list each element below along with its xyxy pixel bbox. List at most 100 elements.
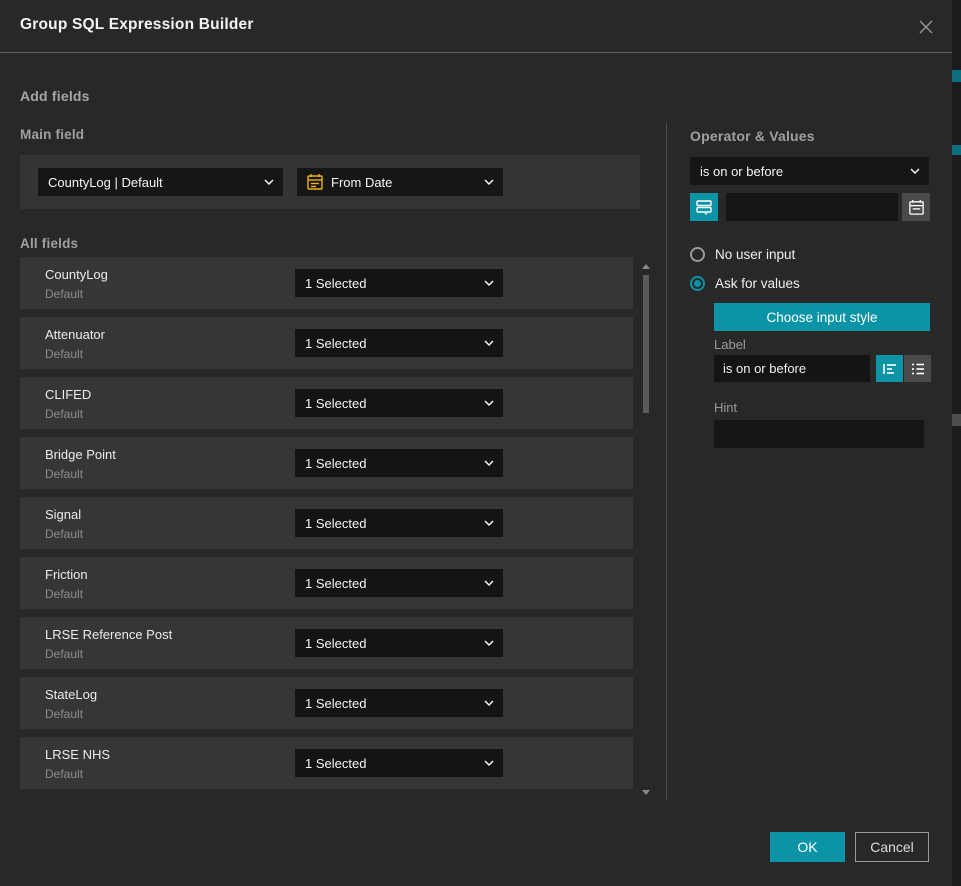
- field-row: CountyLog Default 1 Selected: [20, 257, 633, 309]
- main-field-select[interactable]: From Date: [297, 168, 503, 196]
- chevron-down-icon: [484, 700, 494, 706]
- all-fields-list: CountyLog Default 1 Selected Attenuator …: [20, 257, 633, 789]
- background-app-sliver: [952, 0, 961, 886]
- field-name: Signal: [45, 507, 81, 522]
- field-name: Attenuator: [45, 327, 105, 342]
- field-row: Bridge Point Default 1 Selected: [20, 437, 633, 489]
- group-sql-expression-builder-dialog: Group SQL Expression Builder Add fields …: [0, 0, 952, 886]
- background-fragment: [952, 414, 961, 426]
- field-values-select[interactable]: 1 Selected: [295, 569, 503, 597]
- panel-divider: [666, 123, 667, 800]
- background-fragment: [952, 145, 961, 155]
- hint-input[interactable]: [714, 420, 924, 448]
- ok-button[interactable]: OK: [770, 832, 845, 862]
- list-icon: [909, 360, 927, 378]
- chevron-down-icon: [484, 460, 494, 466]
- chevron-down-icon: [484, 580, 494, 586]
- chevron-down-icon: [484, 520, 494, 526]
- all-fields-heading: All fields: [20, 236, 78, 251]
- cancel-button[interactable]: Cancel: [855, 832, 929, 862]
- chevron-down-icon: [484, 179, 494, 185]
- hint-heading: Hint: [714, 400, 737, 415]
- field-subtitle: Default: [45, 767, 83, 781]
- field-row: CLIFED Default 1 Selected: [20, 377, 633, 429]
- main-layer-select-value: CountyLog | Default: [48, 175, 163, 190]
- main-layer-select[interactable]: CountyLog | Default: [38, 168, 283, 196]
- field-name: Bridge Point: [45, 447, 116, 462]
- calendar-icon: [306, 173, 324, 191]
- field-values-select[interactable]: 1 Selected: [295, 749, 503, 777]
- field-row: StateLog Default 1 Selected: [20, 677, 633, 729]
- input-type-icon: [695, 198, 713, 216]
- scrollbar-down-arrow-icon[interactable]: [642, 790, 650, 795]
- field-values-select-value: 1 Selected: [305, 696, 366, 711]
- field-name: LRSE NHS: [45, 747, 110, 762]
- field-values-select-value: 1 Selected: [305, 456, 366, 471]
- chevron-down-icon: [484, 340, 494, 346]
- choose-input-style-button[interactable]: Choose input style: [714, 303, 930, 331]
- scrollbar-up-arrow-icon[interactable]: [642, 264, 650, 269]
- add-fields-heading: Add fields: [20, 88, 90, 104]
- radio-icon: [690, 276, 705, 291]
- operator-select[interactable]: is on or before: [690, 157, 929, 185]
- field-values-select[interactable]: 1 Selected: [295, 269, 503, 297]
- input-style-list-button[interactable]: [904, 355, 931, 382]
- chevron-down-icon: [264, 179, 274, 185]
- radio-no-user-input[interactable]: No user input: [690, 246, 795, 262]
- input-style-single-button[interactable]: [876, 355, 903, 382]
- field-values-select-value: 1 Selected: [305, 276, 366, 291]
- chevron-down-icon: [484, 400, 494, 406]
- field-row: Signal Default 1 Selected: [20, 497, 633, 549]
- field-row: LRSE NHS Default 1 Selected: [20, 737, 633, 789]
- field-row: Attenuator Default 1 Selected: [20, 317, 633, 369]
- field-values-select[interactable]: 1 Selected: [295, 449, 503, 477]
- field-name: StateLog: [45, 687, 97, 702]
- field-values-select-value: 1 Selected: [305, 576, 366, 591]
- field-name: LRSE Reference Post: [45, 627, 172, 642]
- screen: Group SQL Expression Builder Add fields …: [0, 0, 961, 886]
- field-values-select[interactable]: 1 Selected: [295, 509, 503, 537]
- field-name: CountyLog: [45, 267, 108, 282]
- close-button[interactable]: [912, 13, 940, 41]
- field-values-select[interactable]: 1 Selected: [295, 689, 503, 717]
- field-subtitle: Default: [45, 707, 83, 721]
- field-subtitle: Default: [45, 467, 83, 481]
- background-fragment: [952, 70, 961, 82]
- main-field-select-value: From Date: [331, 175, 392, 190]
- close-icon: [918, 19, 934, 35]
- field-subtitle: Default: [45, 407, 83, 421]
- scrollbar-thumb[interactable]: [643, 275, 649, 413]
- field-name: CLIFED: [45, 387, 91, 402]
- field-values-select[interactable]: 1 Selected: [295, 629, 503, 657]
- radio-label: No user input: [715, 247, 795, 262]
- operator-select-value: is on or before: [700, 164, 783, 179]
- field-subtitle: Default: [45, 647, 83, 661]
- radio-icon: [690, 247, 705, 262]
- field-values-select[interactable]: 1 Selected: [295, 329, 503, 357]
- main-field-box: CountyLog | Default From Date: [20, 155, 640, 209]
- label-input[interactable]: [714, 355, 870, 382]
- field-subtitle: Default: [45, 347, 83, 361]
- align-left-icon: [881, 360, 899, 378]
- radio-label: Ask for values: [715, 276, 800, 291]
- field-subtitle: Default: [45, 287, 83, 301]
- field-row: LRSE Reference Post Default 1 Selected: [20, 617, 633, 669]
- field-values-select-value: 1 Selected: [305, 516, 366, 531]
- chevron-down-icon: [484, 760, 494, 766]
- dialog-titlebar: Group SQL Expression Builder: [0, 0, 952, 53]
- field-values-select-value: 1 Selected: [305, 396, 366, 411]
- operator-values-heading: Operator & Values: [690, 128, 815, 144]
- field-values-select-value: 1 Selected: [305, 756, 366, 771]
- field-values-select-value: 1 Selected: [305, 336, 366, 351]
- field-row: Friction Default 1 Selected: [20, 557, 633, 609]
- dialog-title: Group SQL Expression Builder: [20, 16, 254, 34]
- date-picker-button[interactable]: [902, 193, 930, 221]
- field-values-select[interactable]: 1 Selected: [295, 389, 503, 417]
- field-subtitle: Default: [45, 527, 83, 541]
- date-value-input[interactable]: [726, 193, 898, 221]
- calendar-icon: [908, 199, 925, 216]
- value-input-type-button[interactable]: [690, 193, 718, 221]
- chevron-down-icon: [910, 168, 920, 174]
- chevron-down-icon: [484, 280, 494, 286]
- radio-ask-for-values[interactable]: Ask for values: [690, 275, 800, 291]
